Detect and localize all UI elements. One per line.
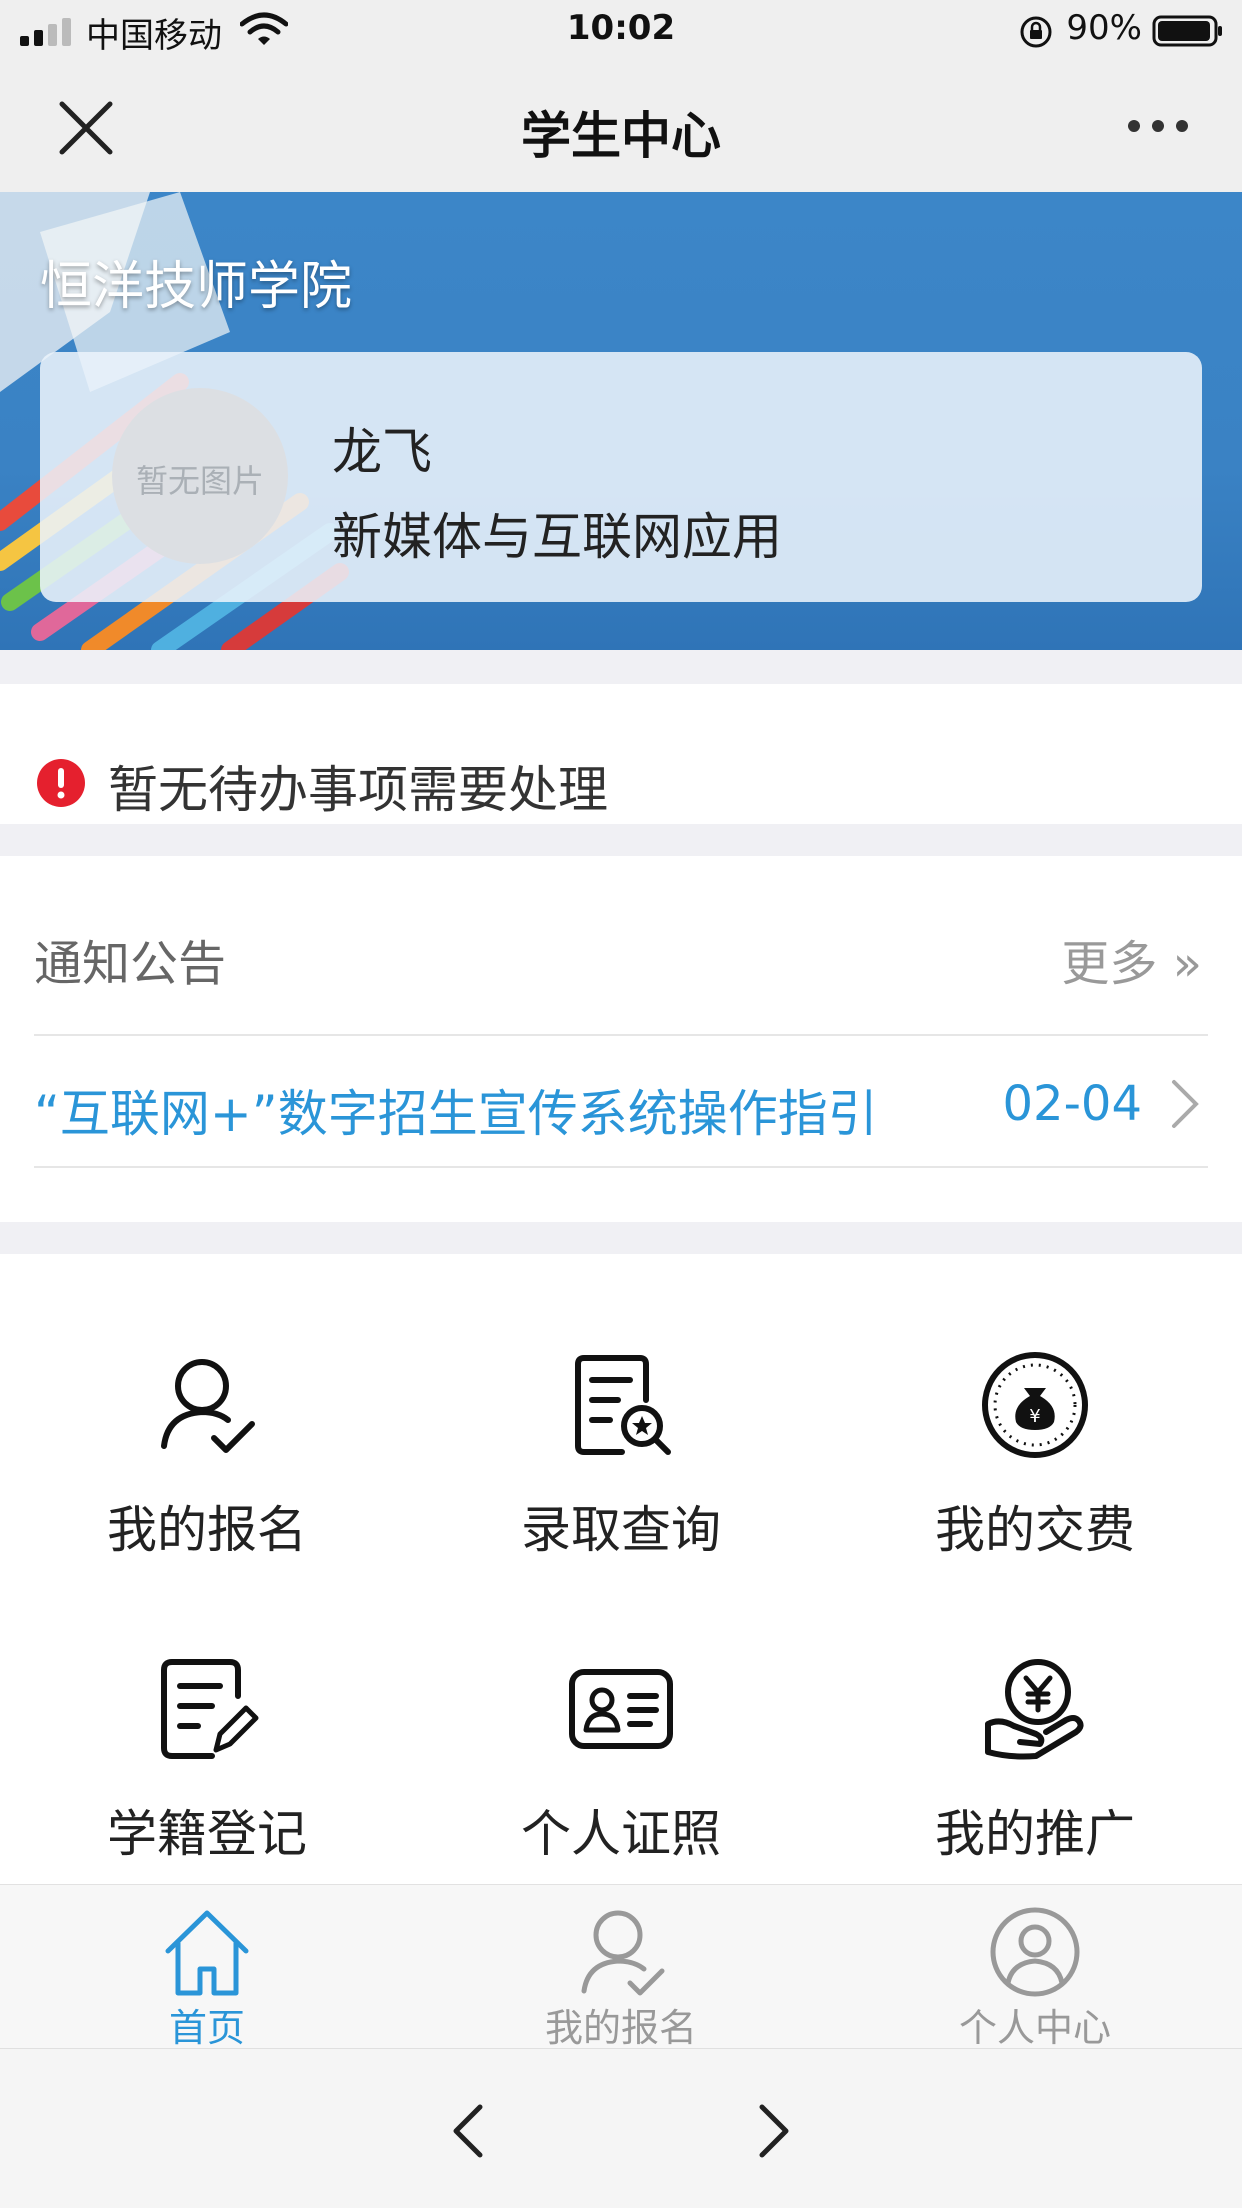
student-profile-card[interactable]: 暂无图片 龙飞 新媒体与互联网应用 xyxy=(40,352,1202,602)
grid-item-personal-certificates[interactable]: 个人证照 xyxy=(414,1558,828,1863)
divider xyxy=(34,1166,1208,1168)
tab-label: 我的报名 xyxy=(544,2006,697,2050)
notices-more-link[interactable]: 更多 » xyxy=(1061,924,1202,994)
tab-personal-center[interactable]: 个人中心 xyxy=(828,1885,1242,2050)
grid-item-my-registration[interactable]: 我的报名 xyxy=(0,1254,414,1559)
grid-item-label: 我的交费 xyxy=(935,1501,1135,1559)
edit-form-icon xyxy=(161,1659,259,1759)
forward-arrow-icon[interactable] xyxy=(752,2101,796,2161)
document-search-icon xyxy=(575,1355,671,1455)
tab-my-registration[interactable]: 我的报名 xyxy=(414,1885,828,2050)
school-name: 恒洋技师学院 xyxy=(40,257,353,317)
notices-section: 通知公告 更多 » “互联网+”数字招生宣传系统操作指引 02-04 xyxy=(0,856,1242,1222)
page-title: 学生中心 xyxy=(521,107,721,165)
battery-icon xyxy=(1152,15,1222,47)
grid-item-label: 我的报名 xyxy=(107,1501,307,1559)
tab-home[interactable]: 首页 xyxy=(0,1885,414,2050)
grid-item-enrollment-registration[interactable]: 学籍登记 xyxy=(0,1558,414,1863)
alert-icon xyxy=(37,759,85,807)
tab-label: 首页 xyxy=(168,2006,245,2050)
avatar-placeholder-text: 暂无图片 xyxy=(135,462,264,500)
tab-label: 个人中心 xyxy=(958,2006,1111,2050)
svg-text:¥: ¥ xyxy=(1029,1406,1040,1427)
tab-bar: 首页 我的报名 个人中心 xyxy=(0,1884,1242,2050)
profile-banner: 恒洋技师学院 暂无图片 龙飞 新媒体与互联网应用 xyxy=(0,192,1242,650)
student-name: 龙飞 xyxy=(332,423,432,481)
todo-text: 暂无待办事项需要处理 xyxy=(108,761,608,819)
student-major: 新媒体与互联网应用 xyxy=(332,508,782,566)
status-bar: 中国移动 10:02 90% xyxy=(0,0,1242,62)
grid-item-my-promotion[interactable]: 我的推广 xyxy=(828,1558,1242,1863)
more-menu-icon[interactable] xyxy=(1126,108,1190,144)
grid-item-label: 学籍登记 xyxy=(107,1805,307,1863)
grid-item-label: 个人证照 xyxy=(521,1805,721,1863)
chevron-right-icon xyxy=(1172,1080,1199,1128)
todo-section: 暂无待办事项需要处理 xyxy=(0,684,1242,824)
clock: 10:02 xyxy=(566,8,676,48)
notices-title: 通知公告 xyxy=(34,936,227,992)
grid-item-label: 录取查询 xyxy=(521,1501,721,1559)
rotation-lock-icon xyxy=(1020,16,1052,48)
notice-date: 02-04 xyxy=(1002,1076,1142,1132)
divider xyxy=(34,1034,1208,1036)
grid-item-my-payment[interactable]: ¥ 我的交费 xyxy=(828,1254,1242,1559)
yuan-hand-icon xyxy=(985,1659,1084,1760)
money-bag-icon: ¥ xyxy=(982,1352,1088,1458)
grid-item-label: 我的推广 xyxy=(935,1805,1135,1863)
battery-percent: 90% xyxy=(1066,8,1142,48)
user-circle-icon xyxy=(990,1907,1080,1997)
grid-item-admission-query[interactable]: 录取查询 xyxy=(414,1254,828,1559)
avatar: 暂无图片 xyxy=(112,388,288,564)
browser-toolbar xyxy=(0,2048,1242,2208)
nav-bar: 学生中心 xyxy=(0,62,1242,192)
id-card-icon xyxy=(569,1669,673,1749)
home-icon xyxy=(165,1910,249,1996)
notice-title[interactable]: “互联网+”数字招生宣传系统操作指引 xyxy=(34,1074,878,1146)
user-check-icon xyxy=(581,1910,665,1996)
back-arrow-icon[interactable] xyxy=(446,2101,490,2161)
user-check-icon xyxy=(161,1359,255,1453)
feature-grid: 我的报名 录取查询 ¥ 我的交费 学籍登记 个人证照 我的推广 xyxy=(0,1254,1242,1884)
